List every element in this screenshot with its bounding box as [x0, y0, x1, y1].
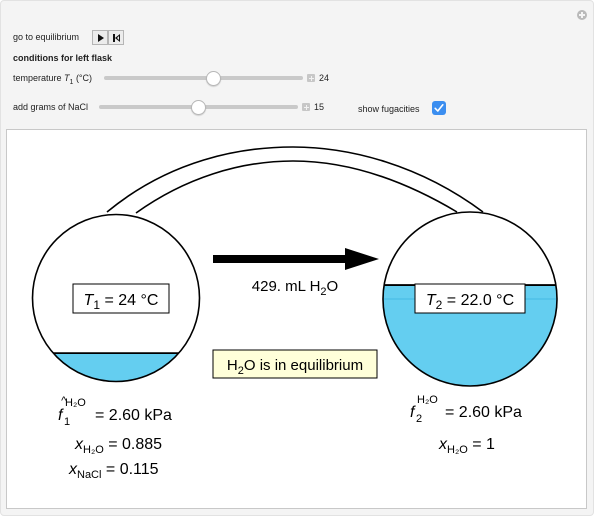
left-flask-liquid: [32, 353, 200, 382]
tube-inner: [135, 160, 458, 214]
left-x-h2o: xH₂O = 0.885: [74, 436, 162, 456]
left-fugacity: ^ f 1 H₂O = 2.60 kPa: [58, 395, 172, 428]
fugacity-value: = 2.60 kPa: [95, 407, 172, 424]
transfer-amount: 429. mL H2O: [252, 278, 338, 298]
right-fugacity: f 2 H₂O = 2.60 kPa: [410, 394, 522, 425]
fugacity-sup: H₂O: [417, 394, 438, 406]
right-x-h2o: xH₂O = 1: [438, 436, 495, 456]
transfer-arrow-icon: [213, 248, 379, 270]
tube-outer: [106, 146, 484, 213]
fugacity-sub: 2: [416, 413, 422, 425]
fugacity-sub: 1: [64, 416, 70, 428]
fugacity-value: = 2.60 kPa: [445, 404, 522, 421]
fugacity-sup: H₂O: [65, 397, 86, 409]
flask-diagram: T1 = 24 °C T2 = 22.0 °C 429. mL H2O H2O …: [31, 146, 558, 481]
left-x-nacl: xNaCl = 0.115: [68, 461, 159, 481]
